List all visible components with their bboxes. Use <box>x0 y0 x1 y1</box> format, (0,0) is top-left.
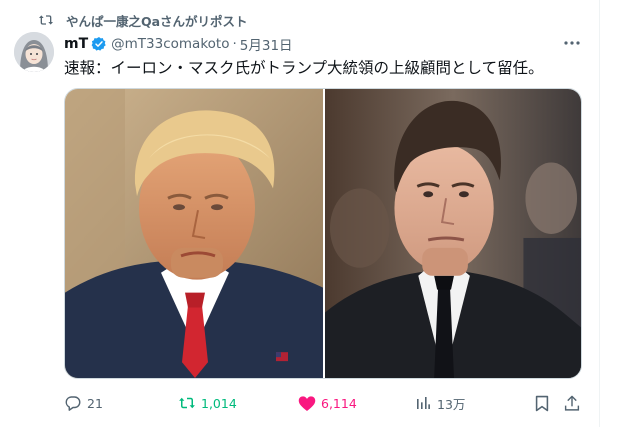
share-icon <box>563 394 581 412</box>
author-display-name[interactable]: mT <box>64 36 88 52</box>
heart-icon <box>298 394 316 412</box>
bookmark-icon <box>533 394 551 412</box>
analytics-icon <box>414 394 432 412</box>
like-count: 6,114 <box>321 395 357 411</box>
verified-badge-icon <box>91 36 107 52</box>
side-gutter <box>600 0 631 427</box>
view-count: 13万 <box>437 396 466 412</box>
bookmark-button[interactable] <box>533 393 551 413</box>
tweet-date[interactable]: 5月31日 <box>240 34 293 54</box>
photo-left[interactable] <box>65 89 323 378</box>
author-handle[interactable]: @mT33comakoto <box>111 36 229 52</box>
tweet-card[interactable]: やんぱ一康之Qaさんがリポスト mT @mT33comakoto · 5月31日 <box>0 0 600 427</box>
repost-button[interactable]: 1,014 <box>178 393 237 413</box>
more-options-button[interactable] <box>561 34 583 52</box>
tweet-header: mT @mT33comakoto · 5月31日 <box>64 34 293 54</box>
views-button[interactable]: 13万 <box>414 393 465 413</box>
repost-icon <box>178 394 196 412</box>
reply-icon <box>64 394 82 412</box>
reply-count: 21 <box>87 395 103 411</box>
media-grid <box>64 88 582 379</box>
separator-dot: · <box>232 36 237 52</box>
more-dots-icon <box>564 41 580 45</box>
repost-context[interactable]: やんぱ一康之Qaさんがリポスト <box>36 10 248 30</box>
tweet-text: 速報：イーロン・マスク氏がトランプ大統領の上級顧問として留任。 <box>64 59 544 77</box>
repost-icon <box>36 12 56 28</box>
share-button[interactable] <box>563 393 581 413</box>
avatar[interactable] <box>14 32 54 72</box>
repost-label: やんぱ一康之Qaさんがリポスト <box>66 13 248 29</box>
like-button[interactable]: 6,114 <box>298 393 357 413</box>
reply-button[interactable]: 21 <box>64 393 103 413</box>
action-bar: 21 1,014 6,114 13万 <box>64 393 584 413</box>
repost-count: 1,014 <box>201 395 237 411</box>
photo-right[interactable] <box>325 89 581 378</box>
